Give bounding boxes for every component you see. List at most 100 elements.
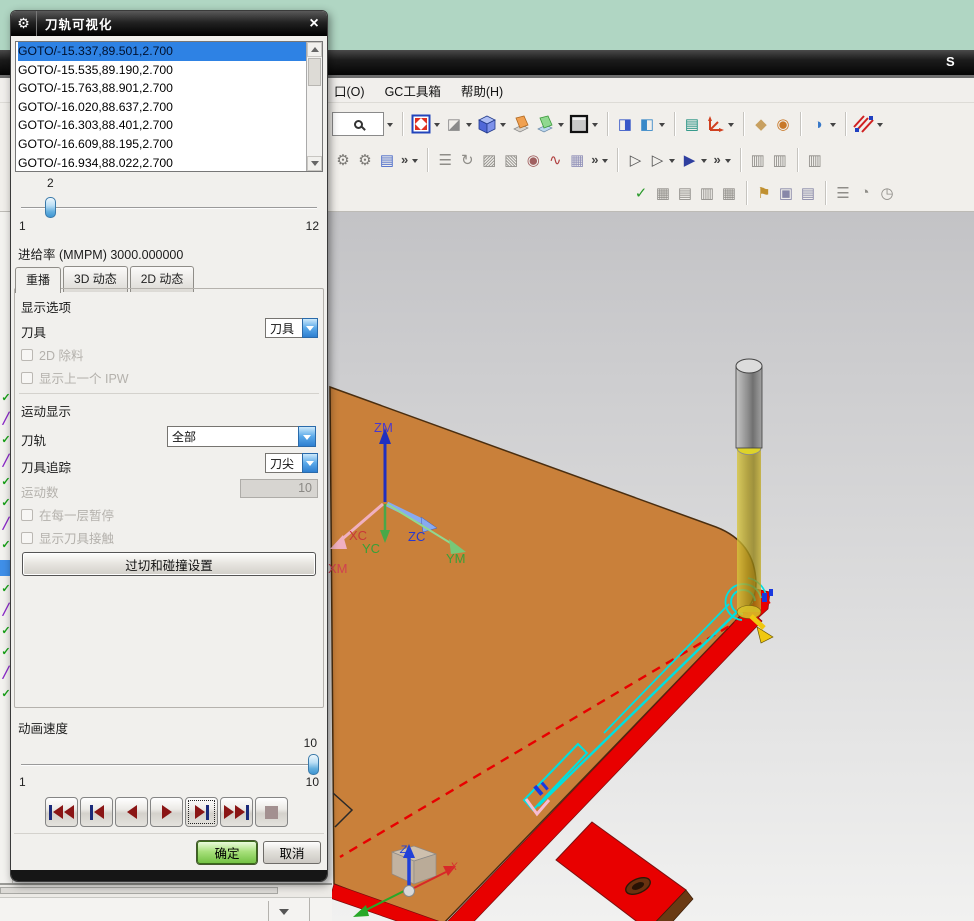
mill-contour-icon[interactable]: ▷ [624, 149, 646, 171]
tool-display-dropdown[interactable]: 刀具 [265, 318, 318, 338]
chevron-down-icon[interactable] [302, 318, 318, 338]
tool-library-icon[interactable]: ▥ [747, 149, 769, 171]
command-finder-input[interactable] [332, 112, 384, 136]
ok-button[interactable]: 确定 [197, 841, 257, 864]
chevron-down-icon[interactable] [877, 123, 883, 130]
section-view-green-icon[interactable] [533, 113, 557, 135]
snap-point-icon[interactable]: ◆ [750, 113, 772, 135]
dialog-titlebar[interactable]: ⚙ 刀轨可视化 × [11, 11, 327, 36]
step-backward-button[interactable] [80, 797, 113, 827]
anim-slider-thumb[interactable] [308, 754, 319, 775]
play-backward-button[interactable] [115, 797, 148, 827]
play-forward-button[interactable] [150, 797, 183, 827]
method-view-icon[interactable]: ▦ [718, 182, 740, 204]
chevron-down-icon[interactable] [669, 158, 676, 166]
goto-list-item[interactable]: GOTO/-15.535,89.190,2.700 [18, 61, 306, 80]
machine-sim-icon[interactable]: ⚙ [332, 149, 354, 171]
mill-planar-icon[interactable]: ▷ [646, 149, 668, 171]
workpiece-icon[interactable]: ▥ [804, 149, 826, 171]
chevron-down-icon[interactable] [558, 123, 564, 130]
chevron-down-icon[interactable] [412, 158, 419, 166]
cancel-button[interactable]: 取消 [263, 841, 321, 864]
toolpath-dropdown[interactable]: 全部 [167, 426, 316, 447]
tool-trace-dropdown[interactable]: 刀尖 [265, 453, 318, 473]
flag-icon[interactable]: ⚑ [753, 182, 775, 204]
chevron-down-icon[interactable] [387, 123, 393, 130]
chevron-down-icon[interactable] [830, 123, 836, 130]
spline-path-icon[interactable]: ∿ [544, 149, 566, 171]
post-process-icon[interactable]: ⚙ [354, 149, 376, 171]
machining-time-icon[interactable]: ◔ [854, 182, 876, 204]
list-ops-icon[interactable]: ☰ [434, 149, 456, 171]
chevron-down-icon[interactable] [298, 426, 316, 447]
role-palette-icon[interactable]: ◉ [772, 113, 794, 135]
goto-list-item[interactable]: GOTO/-16.934,88.022,2.700 [18, 154, 306, 171]
menu-window[interactable]: 口(O) [334, 81, 365, 100]
verify-ok-icon[interactable]: ✓ [630, 182, 652, 204]
window-cascade-icon[interactable]: ◧ [636, 113, 658, 135]
chevron-down-icon[interactable] [724, 158, 731, 166]
chevron-down-icon[interactable] [701, 158, 708, 166]
gouge-collision-settings-button[interactable]: 过切和碰撞设置 [22, 552, 316, 576]
section-view-orange-icon[interactable] [509, 113, 533, 135]
chevron-down-icon[interactable] [500, 123, 506, 130]
trimetric-view-icon[interactable]: ◪ [443, 113, 465, 135]
menu-gc-toolbox[interactable]: GC工具箱 [385, 81, 441, 100]
progress-slider-thumb[interactable] [45, 197, 56, 218]
chevron-down-icon[interactable] [466, 123, 472, 130]
goto-list-item[interactable]: GOTO/-15.337,89.501,2.700 [18, 42, 306, 61]
fit-view-icon[interactable] [409, 113, 433, 135]
goto-list-item[interactable]: GOTO/-15.763,88.901,2.700 [18, 79, 306, 98]
info-doc-icon[interactable]: ▤ [797, 182, 819, 204]
view-toggle-icon[interactable]: ◑ [807, 113, 829, 135]
isometric-view-icon[interactable] [475, 113, 499, 135]
reorder-ops-icon[interactable]: ↻ [456, 149, 478, 171]
mill-flow-icon[interactable]: ▶ [678, 149, 700, 171]
clock-icon[interactable]: ◷ [876, 182, 898, 204]
chevron-down-icon[interactable] [602, 158, 609, 166]
chevron-down-icon[interactable] [659, 123, 665, 130]
dropdown-arrow-button[interactable] [268, 901, 298, 921]
menu-help[interactable]: 帮助(H) [461, 81, 503, 100]
progress-slider-track[interactable] [21, 207, 317, 209]
list-scrollbar[interactable] [306, 42, 322, 171]
program-view-icon[interactable]: ▦ [652, 182, 674, 204]
drill-point-icon[interactable]: ◉ [522, 149, 544, 171]
chevron-down-icon[interactable] [592, 123, 598, 130]
machine-group-icon[interactable]: ▥ [769, 149, 791, 171]
goto-list-item[interactable]: GOTO/-16.020,88.637,2.700 [18, 98, 306, 117]
horizontal-scrollbar[interactable] [0, 887, 278, 894]
close-icon[interactable]: × [301, 12, 327, 36]
scroll-up-icon[interactable] [307, 42, 322, 57]
overflow-icon[interactable]: » [591, 152, 598, 167]
shaded-display-icon[interactable] [567, 113, 591, 135]
overflow-icon[interactable]: » [713, 152, 720, 167]
anim-slider-track[interactable] [21, 764, 317, 766]
find-doc-icon[interactable]: ▣ [775, 182, 797, 204]
geometry-view-icon[interactable]: ▥ [696, 182, 718, 204]
forward-to-end-button[interactable] [220, 797, 253, 827]
chevron-down-icon[interactable] [434, 123, 440, 130]
scrollbar-thumb[interactable] [308, 58, 321, 86]
pattern-grid-icon[interactable]: ▦ [566, 149, 588, 171]
property-list-icon[interactable]: ☰ [832, 182, 854, 204]
step-forward-button[interactable] [185, 797, 218, 827]
window-expand-icon[interactable]: ◨ [614, 113, 636, 135]
scroll-down-icon[interactable] [307, 156, 322, 171]
machine-tool-view-icon[interactable]: ▤ [674, 182, 696, 204]
goto-list-item[interactable]: GOTO/-16.303,88.401,2.700 [18, 116, 306, 135]
rewind-to-start-button[interactable] [45, 797, 78, 827]
chevron-down-icon[interactable] [728, 123, 734, 130]
operation-navigator-icon[interactable]: ▤ [681, 113, 703, 135]
toolpath-hash-icon[interactable] [852, 113, 876, 135]
wcs-csys-icon[interactable] [703, 113, 727, 135]
goto-list-item[interactable]: GOTO/-16.609,88.195,2.700 [18, 135, 306, 154]
overflow-icon[interactable]: » [401, 152, 408, 167]
goto-listbox[interactable]: GOTO/-15.337,89.501,2.700 GOTO/-15.535,8… [15, 41, 323, 172]
chevron-down-icon[interactable] [302, 453, 318, 473]
shop-doc-icon[interactable]: ▤ [376, 149, 398, 171]
hatch-area-icon[interactable]: ▨ [478, 149, 500, 171]
hatch-region-icon[interactable]: ▧ [500, 149, 522, 171]
gear-icon[interactable]: ⚙ [11, 11, 37, 36]
tab-replay[interactable]: 重播 [15, 267, 62, 293]
